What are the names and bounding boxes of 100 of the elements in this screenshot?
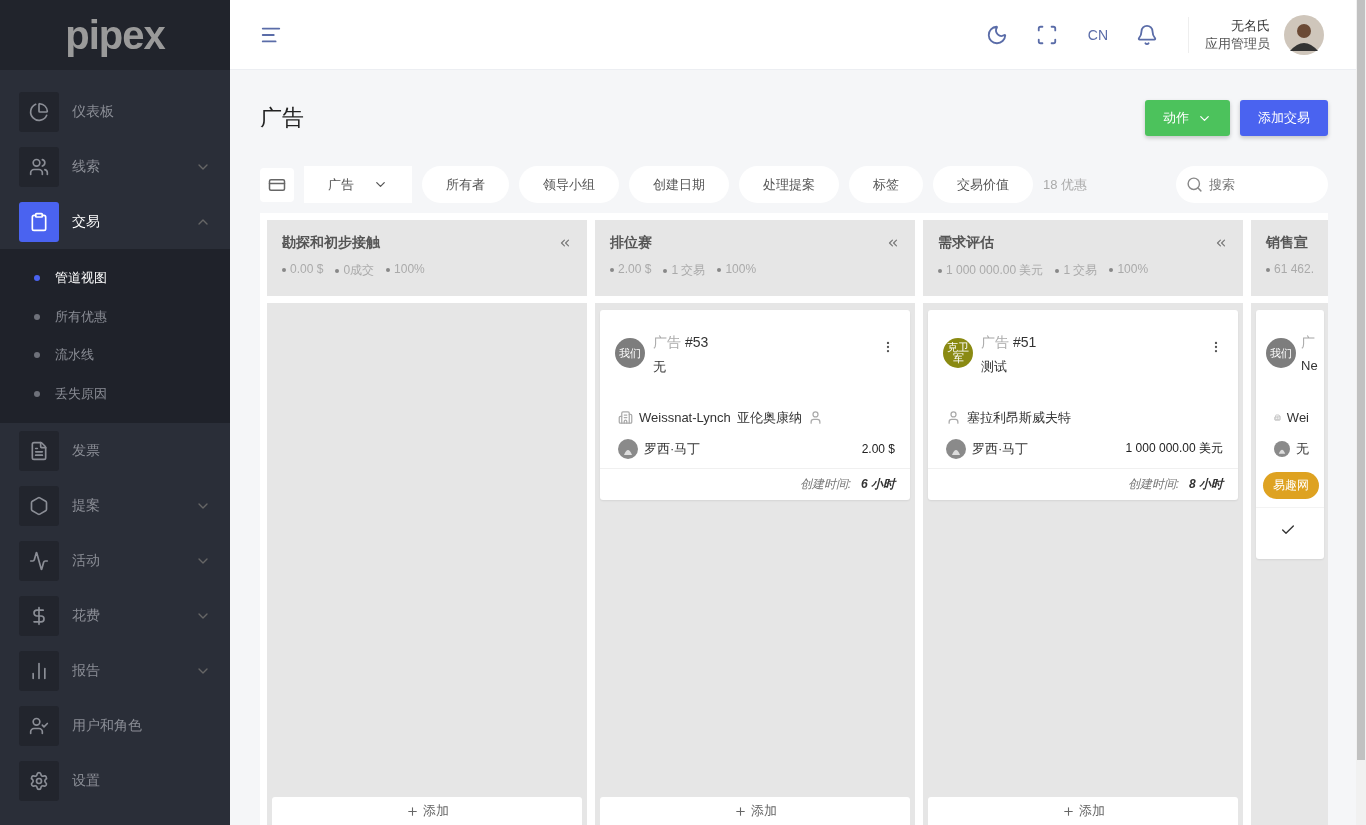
- column-title: 勘探和初步接触: [282, 234, 380, 252]
- plus-icon: [1061, 804, 1075, 818]
- company-name: Wei: [1286, 410, 1309, 425]
- created-label: 创建时间:: [1127, 476, 1179, 493]
- deal-subtitle: Ne: [1301, 358, 1319, 373]
- user-name: 无名氏: [1231, 16, 1270, 35]
- created-time: 8 小时: [1189, 476, 1223, 493]
- company-name: Weissnat-Lynch: [639, 410, 731, 425]
- column-stat: 1 000 000.00 美元: [938, 262, 1044, 279]
- filter-pill[interactable]: 处理提案: [739, 166, 839, 203]
- column-stat: 2.00 $: [610, 262, 652, 279]
- column-stat: 1 交易: [1055, 262, 1098, 279]
- company-avatar: 我们: [615, 338, 645, 368]
- pipeline-select[interactable]: 广告: [304, 166, 412, 203]
- created-label: 创建时间:: [799, 476, 851, 493]
- search-field[interactable]: 搜索: [1176, 166, 1328, 203]
- user-role: 应用管理员: [1205, 34, 1270, 53]
- column-title: 排位赛: [610, 234, 652, 252]
- fullscreen-icon[interactable]: [1035, 23, 1058, 46]
- add-button[interactable]: 添加: [272, 797, 582, 825]
- deal-subtitle: 无: [653, 358, 667, 376]
- add-deal-button[interactable]: 添加交易: [1240, 100, 1328, 136]
- nav-item[interactable]: 发票: [0, 423, 230, 478]
- deal-amount: 1 000 000.00 美元: [1125, 440, 1223, 457]
- contact-name: 亚伦奥康纳: [736, 408, 802, 427]
- column-stat: 61 462.: [1266, 262, 1315, 276]
- bell-icon[interactable]: [1136, 23, 1158, 46]
- scrollbar[interactable]: [1356, 0, 1366, 825]
- submenu-item[interactable]: 流水线: [0, 336, 230, 375]
- company-avatar: 我们: [1266, 338, 1296, 368]
- filter-pill[interactable]: 所有者: [422, 166, 509, 203]
- submenu-item[interactable]: 管道视图: [0, 259, 230, 298]
- filter-pill[interactable]: 领导小组: [519, 166, 619, 203]
- filter-pill[interactable]: 标签: [849, 166, 923, 203]
- people-icon: [19, 146, 59, 187]
- contact-name: 塞拉利昂斯威夫特: [967, 408, 1071, 427]
- dollar-icon: [19, 595, 59, 636]
- filter-pill[interactable]: 创建日期: [629, 166, 729, 203]
- deal-card[interactable]: 克卫军 广告 #51 测试 塞拉利昂斯威夫特 罗西·马丁 1 000 000.00 美元 创建时间: 8 小时: [928, 310, 1238, 500]
- user-check-icon: [19, 705, 59, 746]
- deal-card[interactable]: 我们 广 Ne Wei 无 易趣网: [1256, 310, 1324, 559]
- settings-icon: [19, 760, 59, 801]
- column-stat: 0成交: [335, 262, 375, 279]
- submenu-item[interactable]: 丢失原因: [0, 374, 230, 413]
- column-stat: 0.00 $: [282, 262, 324, 279]
- view-toggle-button[interactable]: [260, 167, 294, 202]
- column-stat: 1 交易: [663, 262, 706, 279]
- collapse-icon[interactable]: [558, 236, 572, 250]
- plus-icon: [405, 804, 419, 818]
- owner-avatar-icon: [946, 438, 966, 459]
- deal-subtitle: 测试: [981, 358, 1008, 376]
- nav-item[interactable]: 提案: [0, 478, 230, 533]
- add-button[interactable]: 添加: [600, 797, 910, 825]
- column-stat: 100%: [717, 262, 757, 279]
- column-stat: 100%: [1109, 262, 1149, 279]
- nav-item[interactable]: 仪表板: [0, 84, 230, 139]
- submenu-item[interactable]: 所有优惠: [0, 297, 230, 336]
- owner-name: 无: [1296, 439, 1309, 458]
- owner-avatar-icon: [618, 438, 638, 459]
- search-icon: [1186, 176, 1203, 193]
- nav-item[interactable]: 报告: [0, 643, 230, 698]
- created-time: 6 小时: [861, 476, 895, 493]
- document-icon: [19, 430, 59, 471]
- nav-item[interactable]: 线索: [0, 139, 230, 194]
- nav-item[interactable]: 交易: [0, 194, 230, 249]
- owner-name: 罗西·马丁: [972, 439, 1029, 458]
- company-avatar: 克卫军: [943, 338, 973, 368]
- pulse-icon: [19, 540, 59, 581]
- nav-item[interactable]: 花费: [0, 588, 230, 643]
- column-title: 需求评估: [938, 234, 994, 252]
- person-icon: [946, 410, 961, 425]
- page-title: 广告: [260, 104, 305, 132]
- moon-icon[interactable]: [985, 23, 1008, 46]
- column-title: 销售宣: [1266, 234, 1308, 252]
- plus-icon: [733, 804, 747, 818]
- add-button[interactable]: 添加: [928, 797, 1238, 825]
- building-icon: [618, 410, 633, 425]
- user-avatar[interactable]: [1284, 14, 1324, 55]
- owner-avatar-icon: [1274, 438, 1290, 459]
- nav-item[interactable]: 用户和角色: [0, 698, 230, 753]
- nav-item[interactable]: 设置: [0, 753, 230, 808]
- pie-chart-icon: [19, 91, 59, 132]
- collapse-icon[interactable]: [1214, 236, 1228, 250]
- person-icon: [807, 410, 823, 425]
- logo: pipex: [65, 12, 165, 58]
- deal-amount: 2.00 $: [861, 441, 895, 456]
- tag: 易趣网: [1263, 472, 1319, 499]
- column-stat: 100%: [386, 262, 425, 279]
- deal-title: 广告 #51: [981, 334, 1038, 352]
- filter-pill[interactable]: 交易价值: [933, 166, 1033, 203]
- owner-name: 罗西·马丁: [644, 439, 701, 458]
- collapse-icon[interactable]: [886, 236, 900, 250]
- clipboard-icon: [19, 201, 59, 242]
- deal-count: 18 优惠: [1043, 175, 1089, 194]
- deal-title: 广: [1301, 334, 1316, 352]
- nav-item[interactable]: 活动: [0, 533, 230, 588]
- deal-title: 广告 #53: [653, 334, 710, 352]
- bar-chart-icon: [19, 650, 59, 691]
- language-button[interactable]: CN: [1087, 26, 1108, 43]
- deal-card[interactable]: 我们 广告 #53 无 Weissnat-Lynch 亚伦奥康纳 罗西·马丁 2.00 $ 创建时间: 6 小时: [600, 310, 910, 500]
